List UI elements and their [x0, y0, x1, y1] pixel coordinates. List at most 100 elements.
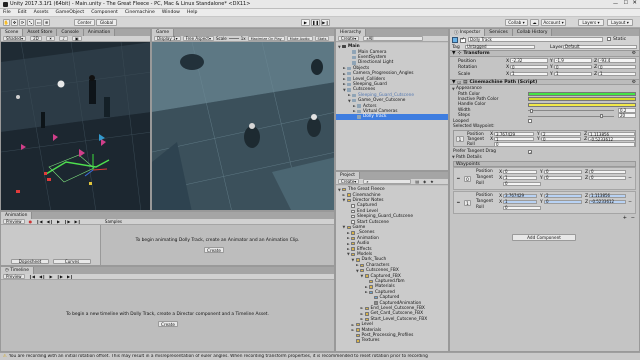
expand-arrow-icon[interactable]: ►	[352, 328, 356, 332]
minimize-button[interactable]: —	[613, 1, 618, 7]
rotate-tool-button[interactable]: ⟳	[19, 19, 26, 26]
cinemachine-path-header[interactable]: ▼ ☑ ▤ Cinemachine Path (Script) ⚙	[450, 79, 639, 85]
transform-scale-z[interactable]: 1	[598, 71, 636, 76]
wp0-roll-field[interactable]: 0	[503, 181, 541, 186]
inactive-path-color-swatch[interactable]	[528, 97, 636, 102]
audio-toggle[interactable]: ♪	[59, 36, 68, 41]
enabled-checkbox[interactable]: ☑	[458, 80, 462, 85]
waypoint-0-index[interactable]: 0	[464, 176, 471, 182]
expand-arrow-icon[interactable]: ►	[352, 323, 356, 327]
transform-position-x[interactable]: -2.32	[510, 58, 548, 63]
looped-checkbox[interactable]	[528, 119, 532, 123]
timeline-play-icon[interactable]: ▶	[49, 274, 52, 279]
expand-arrow-icon[interactable]: ▼	[343, 225, 347, 229]
active-checkbox[interactable]: ✓	[460, 37, 466, 43]
width-slider[interactable]	[528, 110, 614, 111]
aspect-dropdown[interactable]: Free Aspect ▾	[182, 36, 214, 41]
dopesheet-tab[interactable]: Dopesheet	[11, 259, 49, 264]
remove-waypoint-footer-icon[interactable]: −	[631, 215, 635, 221]
width-field[interactable]: 0.2	[618, 108, 636, 113]
layers-dropdown[interactable]: Layers ▾	[578, 19, 604, 26]
menu-item-file[interactable]: File	[3, 10, 11, 15]
timeline-area[interactable]: To begin a new timeline with Dolly Track…	[1, 280, 334, 351]
timeline-next-icon[interactable]: ❙▶	[57, 274, 63, 279]
transform-position-z[interactable]: -93.4	[598, 58, 636, 63]
cloud-icon[interactable]: ☁	[530, 19, 539, 26]
tab-collab-history[interactable]: Collab History	[512, 29, 553, 36]
maximize-on-play-toggle[interactable]: Maximize On Play	[247, 36, 285, 41]
step-button[interactable]: ▶❙	[321, 19, 330, 26]
sel-pos-x[interactable]: 3.767429	[494, 132, 534, 137]
tab-project[interactable]: Project	[336, 172, 361, 179]
tab-timeline[interactable]: ◷ Timeline	[1, 267, 34, 274]
menu-item-window[interactable]: Window	[162, 10, 180, 15]
sel-roll-field[interactable]: 0	[494, 142, 635, 147]
scale-slider[interactable]	[228, 38, 239, 39]
curves-tab[interactable]: Curves	[53, 259, 91, 264]
wp0-tan-y[interactable]: 0	[544, 175, 582, 180]
prefer-tangent-drag-checkbox[interactable]: ✓	[528, 149, 532, 154]
timeline-prev-icon[interactable]: ◀❙	[39, 274, 45, 279]
project-search-input[interactable]: ⌕	[363, 179, 412, 184]
collab-button[interactable]: Collab ▾	[505, 19, 528, 26]
pause-button[interactable]: ❚❚	[311, 19, 320, 26]
move-tool-button[interactable]: ✥	[11, 19, 18, 26]
component-settings-gear-icon[interactable]: ⚙	[632, 80, 636, 85]
steps-slider-handle[interactable]	[600, 114, 603, 118]
wp0-pos-y[interactable]: 0	[544, 169, 582, 174]
selected-waypoint-index[interactable]: 1	[456, 136, 464, 142]
add-component-button[interactable]: Add Component	[512, 234, 576, 241]
expand-arrow-icon[interactable]: ►	[361, 317, 365, 321]
timeline-preview-toggle[interactable]: Preview	[3, 274, 25, 279]
tab-animation-top[interactable]: Animation	[83, 29, 116, 36]
transform-rotation-x[interactable]: 0	[510, 65, 548, 70]
layout-dropdown[interactable]: Layout ▾	[607, 19, 633, 26]
wp0-tan-z[interactable]: 0	[589, 175, 626, 180]
expand-arrow-icon[interactable]: ▼	[361, 274, 365, 278]
play-icon[interactable]: ▶	[57, 219, 60, 224]
wp1-tan-x[interactable]: 1	[503, 199, 537, 204]
hierarchy-create-dropdown[interactable]: Create ▾	[338, 36, 360, 41]
transform-rotation-y[interactable]: 0	[554, 65, 592, 70]
menu-item-cinemachine[interactable]: Cinemachine	[125, 10, 155, 15]
rect-tool-button[interactable]: ▭	[35, 19, 42, 26]
next-keyframe-icon[interactable]: ❙▶	[64, 219, 70, 224]
timeline-create-button[interactable]: Create	[158, 321, 178, 327]
stats-toggle[interactable]: Stats	[314, 36, 330, 41]
close-button[interactable]: ✕	[632, 0, 637, 6]
menu-item-assets[interactable]: Assets	[34, 10, 49, 15]
tab-asset-store[interactable]: Asset Store	[23, 29, 58, 36]
animation-preview-toggle[interactable]: Preview	[3, 219, 25, 224]
tag-dropdown[interactable]: Untagged	[465, 44, 535, 49]
tab-animation[interactable]: Animation	[1, 212, 33, 219]
add-waypoint-icon[interactable]: +	[623, 215, 627, 221]
waypoint-1-index[interactable]: 1	[464, 200, 471, 206]
filter-by-type-icon[interactable]: ▤	[415, 179, 419, 184]
project-item[interactable]: Textures	[336, 338, 448, 343]
wp0-pos-z[interactable]: 0	[589, 169, 626, 174]
hand-tool-button[interactable]: ✋	[3, 19, 10, 26]
play-button[interactable]: ▶	[301, 19, 310, 26]
favorite-star-icon[interactable]: ★	[430, 179, 434, 184]
global-local-toggle[interactable]: Global	[96, 19, 117, 26]
tab-hierarchy[interactable]: Hierarchy	[336, 29, 367, 36]
wp1-pos-y[interactable]: 2	[544, 193, 582, 198]
path-color-swatch[interactable]	[528, 92, 636, 96]
2d-toggle[interactable]: 2D	[30, 36, 42, 41]
expand-arrow-icon[interactable]: ►	[361, 312, 365, 316]
transform-scale-y[interactable]: 1	[554, 71, 592, 76]
transform-rotation-z[interactable]: 0	[598, 65, 636, 70]
transform-header[interactable]: ▼ ⊹ Transform ⚙	[450, 51, 639, 57]
first-keyframe-icon[interactable]: ❙◀	[36, 219, 42, 224]
menu-item-edit[interactable]: Edit	[18, 10, 27, 15]
wp0-pos-x[interactable]: 0	[503, 169, 537, 174]
shading-mode-dropdown[interactable]: Shaded ▾	[3, 36, 27, 41]
timeline-first-icon[interactable]: ❙◀	[29, 274, 35, 279]
sel-tan-y[interactable]: 0	[541, 137, 581, 142]
last-keyframe-icon[interactable]: ▶❙	[74, 219, 80, 224]
animation-create-button[interactable]: Create	[204, 247, 224, 253]
game-viewport[interactable]	[152, 42, 334, 210]
wp1-tan-z[interactable]: -0.5233612	[589, 199, 626, 204]
remove-waypoint-icon[interactable]: −	[628, 176, 632, 181]
sel-tan-z[interactable]: -0.5233612	[588, 137, 635, 142]
